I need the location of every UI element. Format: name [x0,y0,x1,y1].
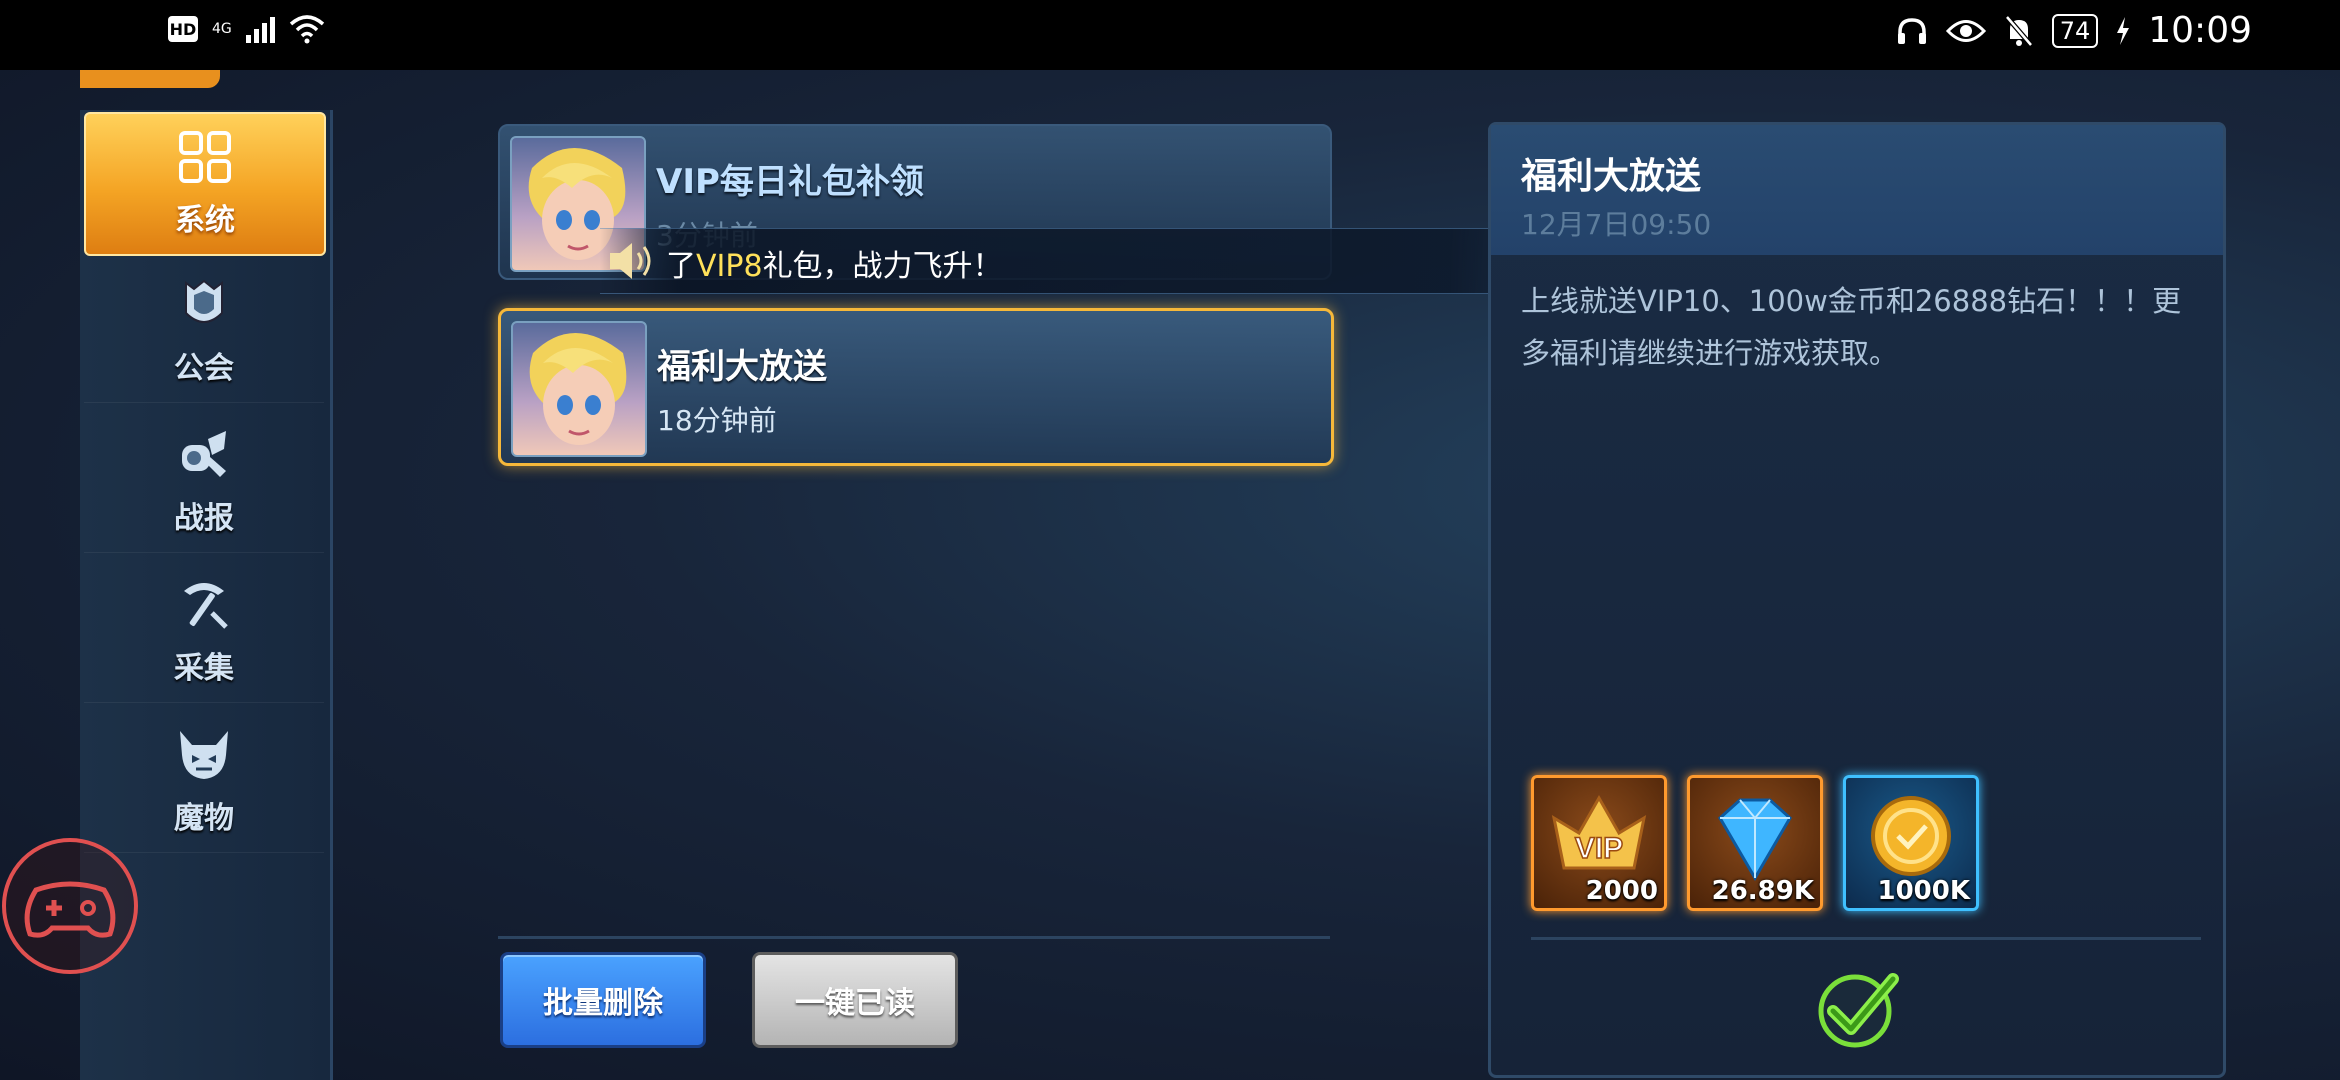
hd-indicator: HD [168,16,198,42]
guild-banner-icon [185,279,223,323]
detail-header: 福利大放送 12月7日09:50 [1491,125,2223,255]
menu-label: 公会 [174,351,234,386]
speaker-icon [610,243,651,279]
reward-list: VIP 2000 26.89K 1000K [1531,775,1979,911]
menu-item-system[interactable]: 系统 [84,112,326,256]
menu-label: 采集 [174,651,234,686]
floating-gamepad-button[interactable] [2,838,138,974]
broadcast-suffix: 礼包，战力飞升！ [762,249,1003,284]
menu-item-monster[interactable]: 魔物 [84,712,324,853]
eye-icon [1945,19,1986,42]
claim-check-icon[interactable] [1813,963,1903,1053]
mail-time: 18分钟前 [657,404,777,437]
charging-icon [2117,16,2130,45]
gamepad-icon [24,881,116,938]
reward-gold[interactable]: 1000K [1843,775,1979,911]
mail-title: 福利大放送 [657,347,827,387]
menu-label: 战报 [174,501,234,536]
monster-icon [180,731,228,779]
top-tab-edge [80,70,220,88]
menu-label: 魔物 [174,801,234,836]
status-bar: HD 4G 74 10:09 [0,0,2340,70]
broadcast-banner: 了VIP8礼包，战力飞升！ [600,228,1600,294]
fairy-avatar [511,321,647,457]
pickaxe-icon [184,583,228,629]
detail-date: 12月7日09:50 [1521,208,1712,241]
detail-divider [1531,937,2201,940]
reward-vip[interactable]: VIP 2000 [1531,775,1667,911]
headphones-icon [1897,17,1926,44]
batch-delete-button[interactable]: 批量删除 [500,952,706,1048]
menu-item-gather[interactable]: 采集 [84,562,324,703]
mail-title: VIP每日礼包补领 [656,162,924,202]
reward-count: 2000 [1585,876,1658,906]
mail-detail-panel: 福利大放送 12月7日09:50 上线就送VIP10、100w金币和26888钻… [1488,122,2226,1078]
fairy-portrait-icon [529,333,627,445]
reward-count: 1000K [1877,876,1970,906]
menu-label: 系统 [175,203,235,238]
mute-bell-icon [2004,14,2033,47]
network-type: 4G [212,21,232,37]
grid-icon [179,131,231,183]
broadcast-highlight: VIP8 [696,249,763,284]
status-left: HD 4G [168,14,325,44]
list-divider [498,936,1330,939]
clock: 10:09 [2148,10,2252,51]
battery-indicator: 74 [2051,13,2099,48]
broadcast-text: 了VIP8礼包，战力飞升！ [666,241,1003,285]
svg-text:VIP: VIP [1575,832,1623,865]
menu-item-guild[interactable]: 公会 [84,262,324,403]
mark-all-read-button[interactable]: 一键已读 [752,952,958,1048]
mail-item-selected[interactable]: 福利大放送 18分钟前 [498,308,1334,466]
signal-icon [245,15,275,43]
detail-body: 上线就送VIP10、100w金币和26888钻石！！！更多福利请继续进行游戏获取… [1521,284,2182,370]
status-right: 74 10:09 [1896,10,2252,51]
detail-title: 福利大放送 [1521,156,1702,197]
broadcast-prefix: 了 [666,249,696,284]
reward-count: 26.89K [1711,876,1814,906]
menu-item-battle-report[interactable]: 战报 [84,412,324,553]
wifi-icon [289,15,324,44]
battle-report-icon [182,431,226,477]
reward-diamond[interactable]: 26.89K [1687,775,1823,911]
